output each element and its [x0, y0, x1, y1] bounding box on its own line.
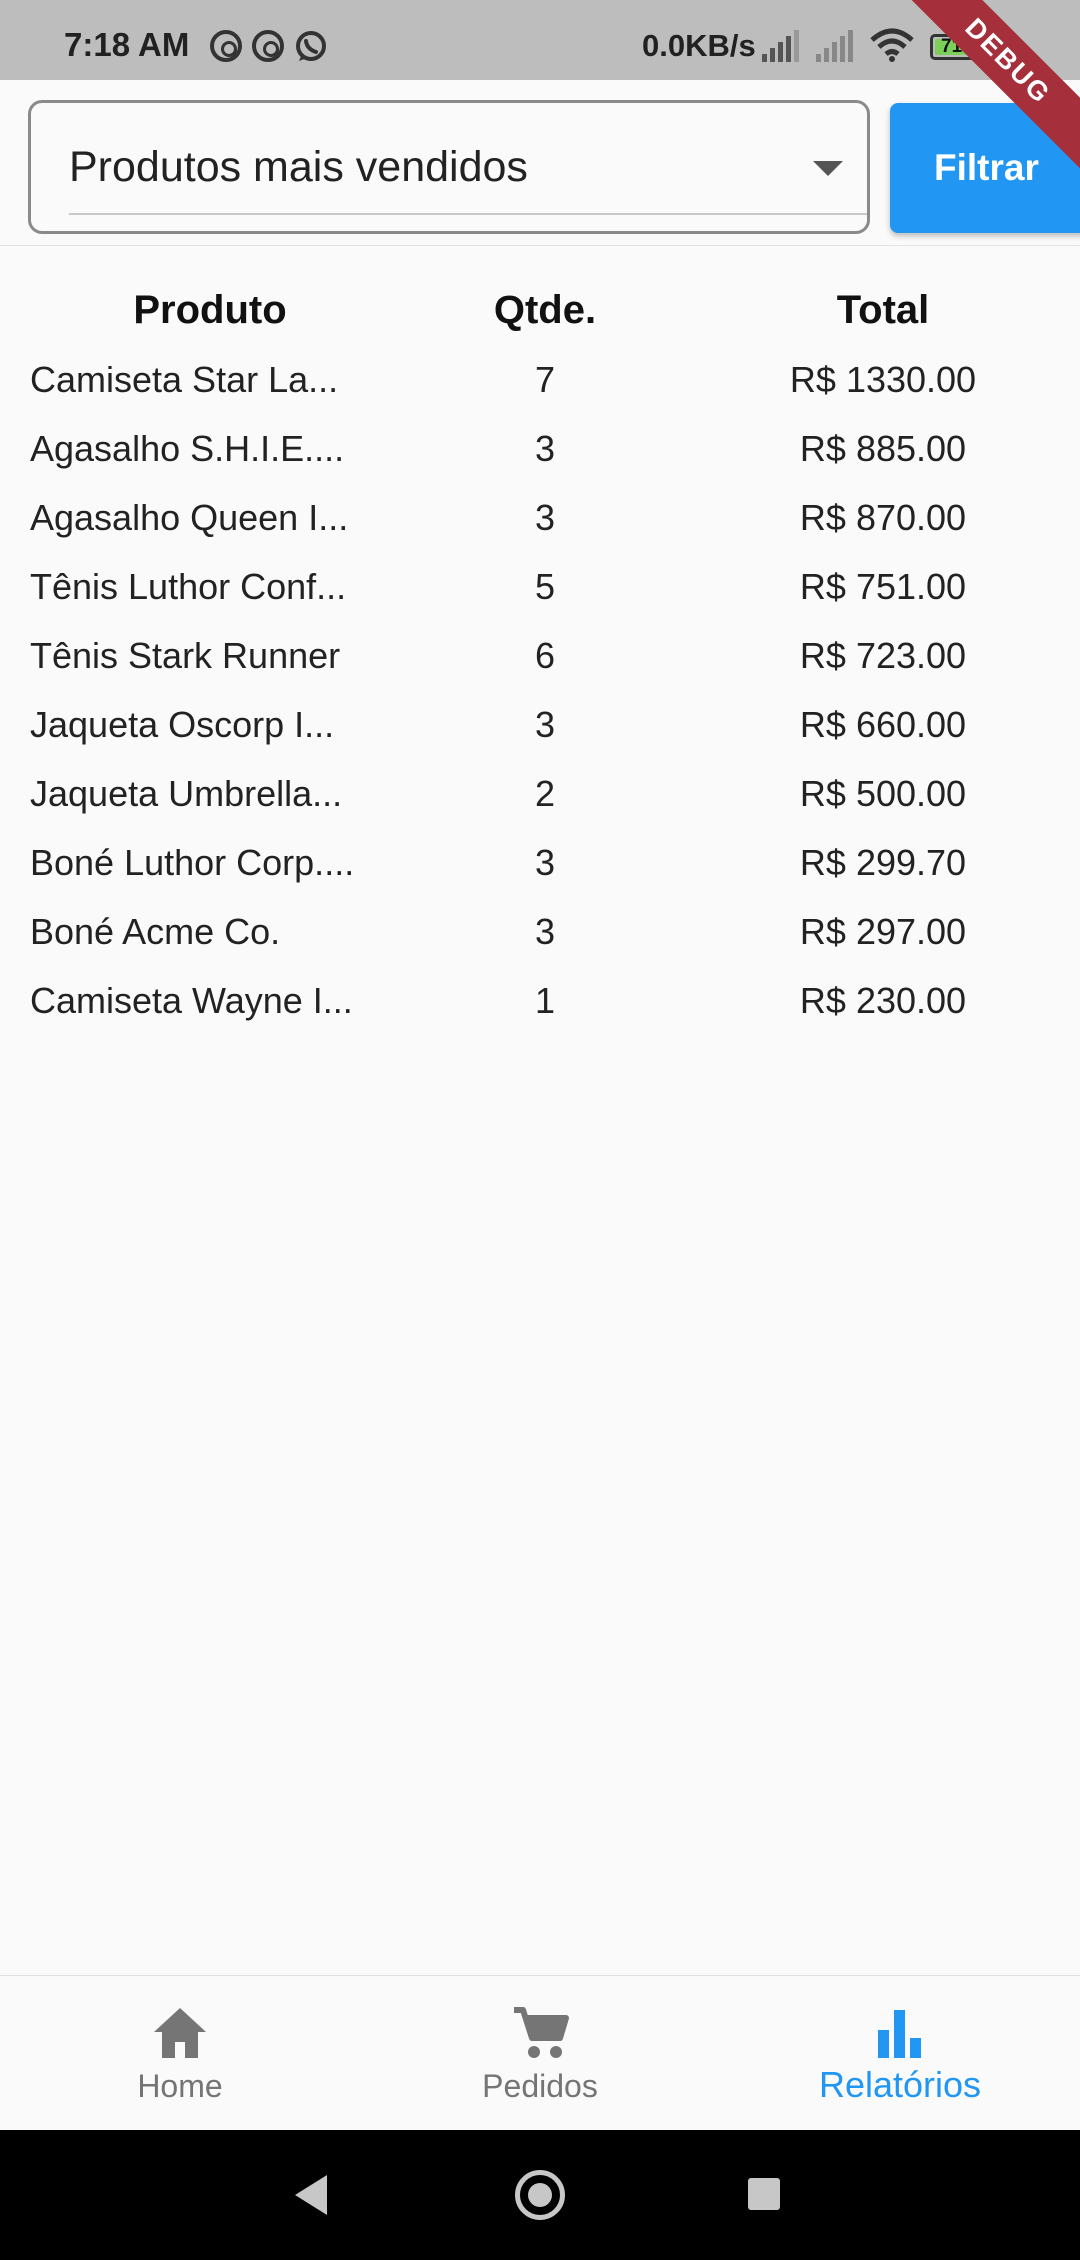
wifi-icon	[870, 28, 914, 62]
cell-produto: Agasalho Queen I...	[30, 497, 349, 538]
cell-qtde: 1	[534, 980, 556, 1021]
table-row: Camiseta Star La... 7 R$ 1330.00	[0, 345, 1080, 414]
nav-label-relatorios: Relatórios	[818, 2064, 982, 2105]
cell-qtde: 3	[534, 842, 556, 883]
status-bar: 7:18 AM 0.0KB/s 71 ϟ DEBUG	[0, 0, 1080, 185]
table-row: Camiseta Wayne I... 1 R$ 230.00	[0, 966, 1080, 1035]
bottom-navigation: Home Pedidos Relatórios	[0, 1975, 1080, 2131]
table-header: Produto Qtde. Total	[0, 275, 1080, 345]
cell-produto: Tênis Stark Runner	[30, 635, 341, 676]
network-speed: 0.0KB/s	[642, 28, 756, 63]
cell-total: R$ 230.00	[799, 980, 967, 1021]
system-navigation-bar	[0, 2130, 1080, 2260]
report-type-dropdown[interactable]: Produtos mais vendidos	[28, 100, 870, 234]
cell-qtde: 3	[534, 428, 556, 469]
dropdown-selected-value: Produtos mais vendidos	[69, 143, 528, 191]
cell-qtde: 3	[534, 497, 556, 538]
cell-qtde: 3	[534, 911, 556, 952]
at-sign-icon	[252, 30, 284, 62]
nav-label-pedidos: Pedidos	[482, 2068, 598, 2104]
cell-total: R$ 299.70	[799, 842, 967, 883]
table-row: Jaqueta Oscorp I... 3 R$ 660.00	[0, 690, 1080, 759]
cell-produto: Camiseta Wayne I...	[30, 980, 353, 1021]
nav-label-home: Home	[137, 2068, 223, 2104]
recent-apps-icon[interactable]	[748, 2178, 780, 2210]
cell-total: R$ 870.00	[799, 497, 967, 538]
bar-chart-icon	[878, 2010, 921, 2058]
nav-item-relatorios[interactable]: Relatórios	[720, 1976, 1080, 2131]
cell-qtde: 7	[534, 359, 556, 400]
table-row: Boné Luthor Corp.... 3 R$ 299.70	[0, 828, 1080, 897]
table-row: Agasalho Queen I... 3 R$ 870.00	[0, 483, 1080, 552]
cell-total: R$ 1330.00	[789, 359, 977, 400]
signal-icon	[816, 30, 853, 62]
nav-item-pedidos[interactable]: Pedidos	[360, 1976, 720, 2131]
cell-produto: Jaqueta Umbrella...	[30, 773, 343, 814]
cell-produto: Agasalho S.H.I.E....	[30, 428, 345, 469]
dropdown-underline	[69, 213, 867, 215]
home-circle-icon[interactable]	[515, 2170, 565, 2220]
back-icon[interactable]	[295, 2175, 327, 2215]
cell-total: R$ 660.00	[799, 704, 967, 745]
cell-produto: Camiseta Star La...	[30, 359, 339, 400]
cell-qtde: 2	[534, 773, 556, 814]
nav-item-home[interactable]: Home	[0, 1976, 360, 2131]
status-time: 7:18 AM	[64, 26, 190, 63]
cell-produto: Jaqueta Oscorp I...	[30, 704, 335, 745]
cell-total: R$ 751.00	[799, 566, 967, 607]
table-row: Agasalho S.H.I.E.... 3 R$ 885.00	[0, 414, 1080, 483]
whatsapp-icon	[296, 31, 326, 61]
table-row: Jaqueta Umbrella... 2 R$ 500.00	[0, 759, 1080, 828]
header-produto: Produto	[133, 288, 287, 332]
table-row: Tênis Stark Runner 6 R$ 723.00	[0, 621, 1080, 690]
header-total: Total	[836, 288, 930, 332]
cart-icon	[514, 2007, 569, 2058]
cell-total: R$ 500.00	[799, 773, 967, 814]
cell-qtde: 5	[534, 566, 556, 607]
at-sign-icon	[210, 30, 242, 62]
cell-qtde: 6	[534, 635, 556, 676]
cell-qtde: 3	[534, 704, 556, 745]
cell-produto: Boné Acme Co.	[30, 911, 281, 952]
cell-produto: Boné Luthor Corp....	[30, 842, 355, 883]
home-icon	[154, 2008, 206, 2058]
caret-down-icon	[813, 161, 843, 176]
cell-total: R$ 885.00	[799, 428, 967, 469]
table-row: Tênis Luthor Conf... 5 R$ 751.00	[0, 552, 1080, 621]
sales-table: Produto Qtde. Total Camiseta Star La... …	[0, 275, 1080, 1035]
filter-bar: Produtos mais vendidos Filtrar	[0, 80, 1080, 246]
table-row: Boné Acme Co. 3 R$ 297.00	[0, 897, 1080, 966]
signal-icon	[762, 30, 799, 62]
notification-icons	[210, 30, 328, 64]
header-qtde: Qtde.	[493, 288, 597, 332]
cell-total: R$ 297.00	[799, 911, 967, 952]
cell-produto: Tênis Luthor Conf...	[30, 566, 347, 607]
cell-total: R$ 723.00	[799, 635, 967, 676]
